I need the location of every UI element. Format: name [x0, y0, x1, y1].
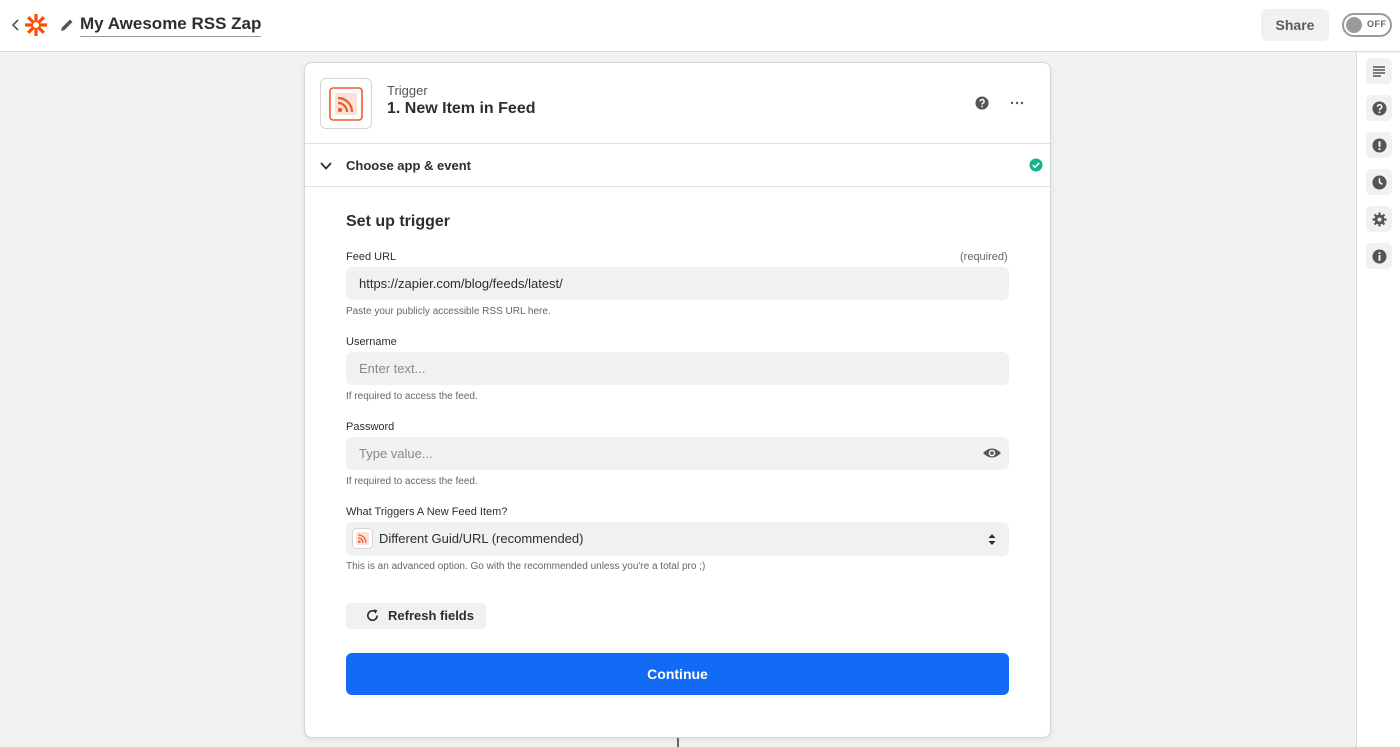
help-icon: [1371, 100, 1387, 116]
outline-icon: [1373, 66, 1385, 77]
toggle-label: OFF: [1367, 19, 1387, 29]
step-help-icon[interactable]: [975, 96, 989, 110]
rss-app-icon-box: [320, 78, 372, 129]
password-hint: If required to access the feed.: [346, 476, 478, 487]
selected-option: Different Guid/URL (recommended): [379, 531, 584, 546]
choose-app-event-section[interactable]: Choose app & event: [305, 144, 1050, 187]
trigger-mode-select[interactable]: Different Guid/URL (recommended): [346, 522, 1009, 556]
step-kind-label: Trigger: [387, 83, 428, 98]
username-label: Username: [346, 336, 397, 348]
top-bar: My Awesome RSS Zap Share OFF: [0, 0, 1400, 52]
refresh-label: Refresh fields: [388, 608, 474, 623]
form-title: Set up trigger: [346, 213, 451, 230]
continue-button[interactable]: Continue: [346, 653, 1009, 695]
feed-url-input[interactable]: [346, 267, 1009, 300]
show-password-eye-icon[interactable]: [982, 446, 1002, 460]
history-button[interactable]: [1366, 169, 1392, 195]
more-options-icon[interactable]: [1009, 95, 1025, 111]
pencil-edit-icon[interactable]: [59, 17, 75, 33]
refresh-fields-button[interactable]: Refresh fields: [346, 603, 486, 629]
zap-on-off-toggle[interactable]: OFF: [1342, 13, 1392, 37]
history-icon: [1371, 174, 1387, 190]
trigger-mode-label: What Triggers A New Feed Item?: [346, 506, 508, 518]
zap-title[interactable]: My Awesome RSS Zap: [80, 14, 262, 37]
back-chevron-icon[interactable]: [9, 17, 23, 33]
required-indicator: (required): [960, 251, 1008, 263]
toggle-knob: [1346, 17, 1362, 33]
info-button[interactable]: [1366, 243, 1392, 269]
feed-url-hint: Paste your publicly accessible RSS URL h…: [346, 306, 551, 317]
zapier-logo-icon[interactable]: [24, 13, 48, 37]
alert-icon: [1371, 137, 1387, 153]
right-sidebar: [1356, 53, 1400, 747]
refresh-icon: [367, 609, 379, 622]
step-connector-line: [677, 737, 679, 747]
help-button[interactable]: [1366, 95, 1392, 121]
check-complete-icon: [1029, 158, 1043, 172]
feed-url-label: Feed URL: [346, 251, 397, 263]
trigger-mode-hint: This is an advanced option. Go with the …: [346, 561, 706, 572]
chevron-down-icon: [320, 162, 332, 170]
username-input[interactable]: [346, 352, 1009, 385]
alert-button[interactable]: [1366, 132, 1392, 158]
settings-button[interactable]: [1366, 206, 1392, 232]
rss-icon: [329, 86, 363, 121]
password-input[interactable]: [346, 437, 1009, 470]
select-arrows-icon: [988, 534, 996, 545]
share-button[interactable]: Share: [1261, 9, 1329, 41]
trigger-step-card: Trigger 1. New Item in Feed Choose app &…: [304, 62, 1051, 738]
password-label: Password: [346, 421, 395, 433]
outline-button[interactable]: [1366, 58, 1392, 84]
info-icon: [1371, 248, 1387, 264]
settings-icon: [1371, 211, 1387, 227]
step-header: Trigger 1. New Item in Feed: [305, 63, 1050, 144]
section-label: Choose app & event: [346, 158, 471, 173]
step-title[interactable]: 1. New Item in Feed: [387, 100, 535, 118]
rss-icon: [356, 532, 369, 545]
select-rss-icon-box: [352, 528, 373, 549]
username-hint: If required to access the feed.: [346, 391, 478, 402]
